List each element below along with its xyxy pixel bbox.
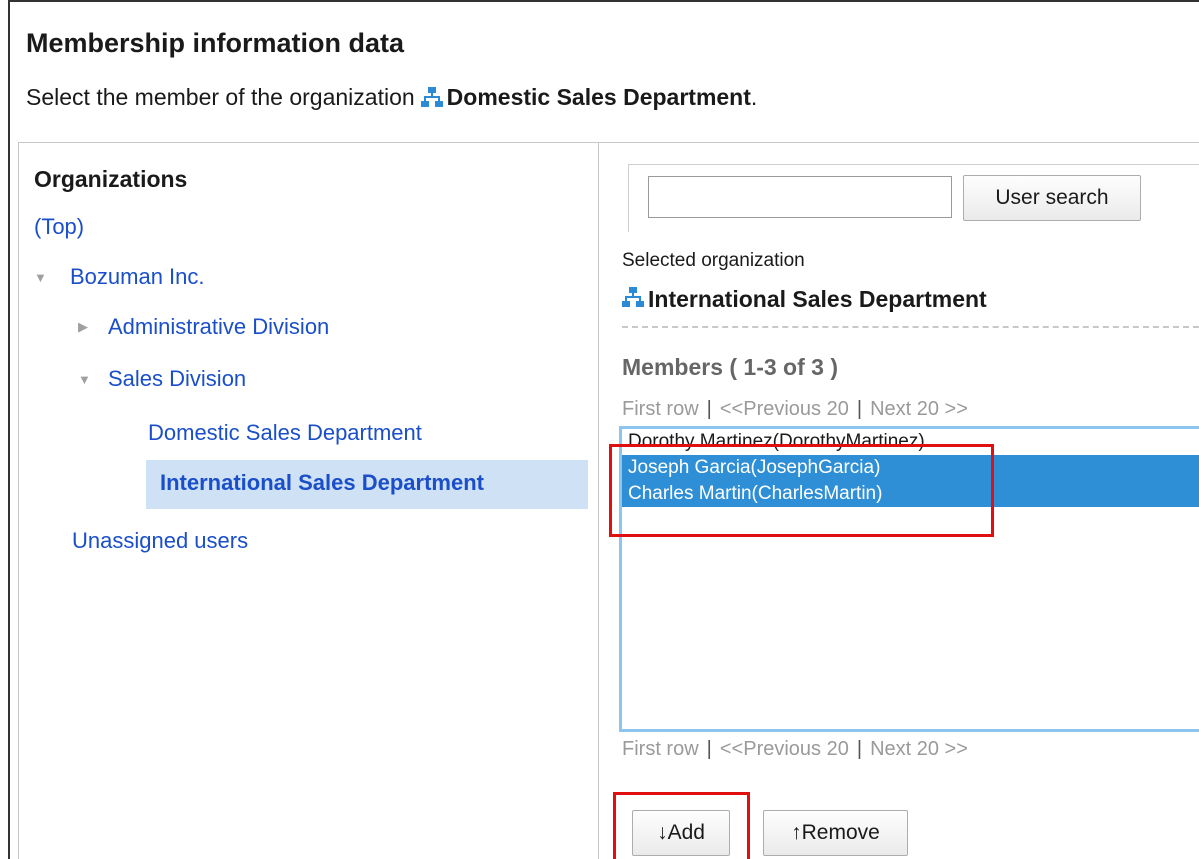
members-title: Members ( 1-3 of 3 ) [622,354,838,380]
tree-label-administrative[interactable]: Administrative Division [108,314,329,340]
annotation-highlight-add [613,792,750,859]
pager-separator: | [706,398,712,420]
pager-top: First row | <<Previous 20 | Next 20 >> [622,398,968,421]
selected-organization-name: International Sales Department [648,286,987,312]
selected-organization: International Sales Department [622,286,987,313]
tree-label-international[interactable]: International Sales Department [160,470,484,496]
tree-label-sales[interactable]: Sales Division [108,366,246,392]
pager-first-row[interactable]: First row [622,738,699,760]
panel-divider [598,142,599,859]
subtitle-prefix: Select the member of the organization [26,84,415,110]
pager-previous[interactable]: <<Previous 20 [720,398,849,420]
pager-separator: | [856,738,863,760]
pager-previous[interactable]: <<Previous 20 [720,738,849,760]
tree-item-bozuman[interactable]: ▼ Bozuman Inc. [34,264,205,290]
top-link[interactable]: (Top) [34,214,84,240]
pager-first-row[interactable]: First row [622,398,699,420]
subtitle-suffix: . [750,84,758,110]
dashed-divider [622,326,1199,328]
tree-item-top[interactable]: (Top) [34,214,84,240]
triangle-right-icon[interactable]: ▶ [78,319,94,335]
pager-next[interactable]: Next 20 >> [870,398,968,420]
pager-bottom: First row | <<Previous 20 | Next 20 >> [622,738,968,761]
unassigned-users-link[interactable]: Unassigned users [72,528,248,554]
tree-item-international-selected[interactable]: International Sales Department [146,460,588,509]
pager-separator: | [856,398,863,420]
pager-separator: | [706,738,712,760]
subtitle-org-name: Domestic Sales Department [446,84,751,110]
tree-item-domestic[interactable]: Domestic Sales Department [148,420,422,446]
remove-button[interactable]: ↑Remove [763,810,908,856]
organizations-title: Organizations [34,166,188,192]
tree-label-bozuman[interactable]: Bozuman Inc. [70,264,205,290]
page-title: Membership information data [26,28,405,58]
tree-item-unassigned[interactable]: Unassigned users [72,528,248,554]
annotation-highlight-members [609,444,994,537]
selected-organization-label: Selected organization [622,250,805,271]
page-subtitle: Select the member of the organization Dom… [26,84,757,113]
pager-next[interactable]: Next 20 >> [870,738,968,760]
user-search-input[interactable] [648,176,952,218]
org-chart-icon [622,286,644,313]
tree-label-domestic[interactable]: Domestic Sales Department [148,420,422,446]
user-search-button[interactable]: User search [963,175,1141,221]
tree-item-administrative[interactable]: ▶ Administrative Division [78,314,329,340]
org-chart-icon [420,86,443,113]
triangle-down-icon[interactable]: ▼ [34,270,50,285]
triangle-down-icon[interactable]: ▼ [78,372,94,387]
tree-item-sales[interactable]: ▼ Sales Division [78,366,246,392]
